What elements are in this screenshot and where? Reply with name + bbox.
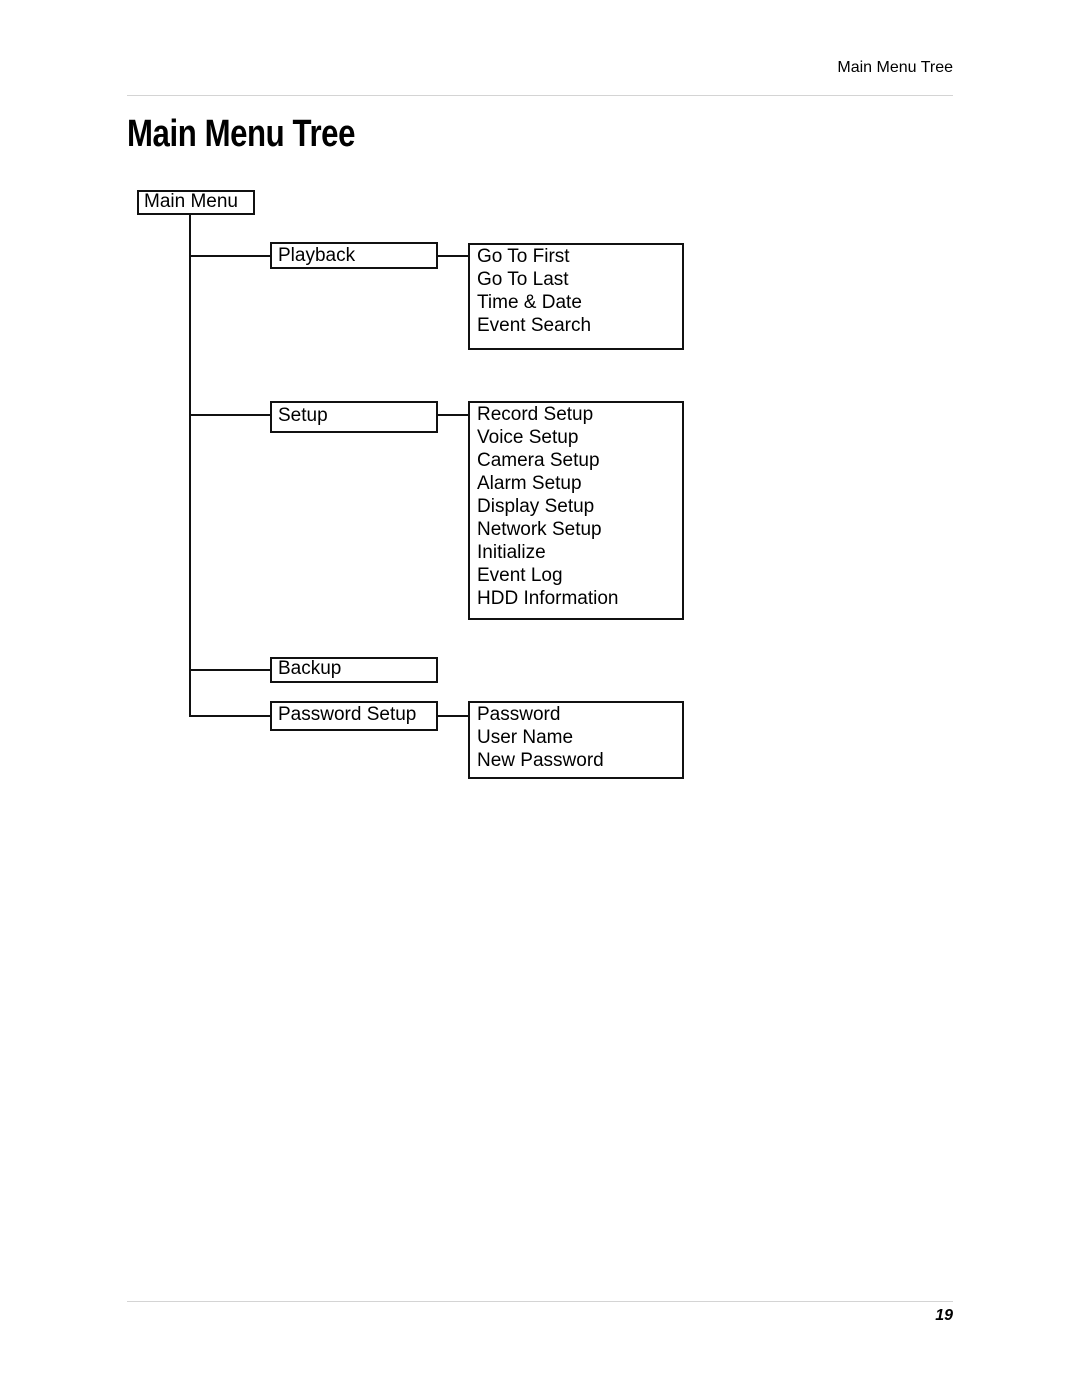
connector-backup xyxy=(189,669,271,671)
submenu-item: User Name xyxy=(477,727,574,748)
running-head: Main Menu Tree xyxy=(837,59,953,76)
submenu-playback: Go To First Go To Last Time & Date Event… xyxy=(468,243,684,350)
connector-setup xyxy=(189,414,271,416)
node-label: Main Menu xyxy=(144,191,238,212)
submenu-item: Event Search xyxy=(477,315,592,336)
node-main-menu: Main Menu xyxy=(137,190,255,215)
node-label: Backup xyxy=(278,658,342,679)
header-rule xyxy=(127,95,953,96)
page-title: Main Menu Tree xyxy=(127,113,356,155)
page-number: 19 xyxy=(935,1307,953,1324)
submenu-setup: Record Setup Voice Setup Camera Setup Al… xyxy=(468,401,684,620)
connector-playback-submenu xyxy=(437,255,469,257)
submenu-item: HDD Information xyxy=(477,588,619,609)
node-label: Playback xyxy=(278,245,356,266)
connector-password-submenu xyxy=(437,715,469,717)
node-backup: Backup xyxy=(270,657,438,683)
connector-playback xyxy=(189,255,271,257)
connector-password-setup xyxy=(189,715,271,717)
submenu-item: Voice Setup xyxy=(477,427,579,448)
node-playback: Playback xyxy=(270,242,438,269)
node-password-setup: Password Setup xyxy=(270,701,438,731)
submenu-item: New Password xyxy=(477,750,604,771)
submenu-item: Event Log xyxy=(477,565,563,586)
submenu-item: Camera Setup xyxy=(477,450,600,471)
submenu-item: Go To First xyxy=(477,246,570,267)
submenu-item: Go To Last xyxy=(477,269,569,290)
submenu-item: Alarm Setup xyxy=(477,473,582,494)
submenu-item: Initialize xyxy=(477,542,546,563)
submenu-item: Password xyxy=(477,704,561,725)
trunk-line xyxy=(189,209,191,717)
node-label: Setup xyxy=(278,405,328,426)
submenu-password-setup: Password User Name New Password xyxy=(468,701,684,779)
submenu-item: Display Setup xyxy=(477,496,595,517)
submenu-item: Network Setup xyxy=(477,519,602,540)
submenu-item: Time & Date xyxy=(477,292,582,313)
footer-rule xyxy=(127,1301,953,1302)
submenu-item: Record Setup xyxy=(477,404,594,425)
node-setup: Setup xyxy=(270,401,438,433)
connector-setup-submenu xyxy=(437,414,469,416)
node-label: Password Setup xyxy=(278,704,417,725)
